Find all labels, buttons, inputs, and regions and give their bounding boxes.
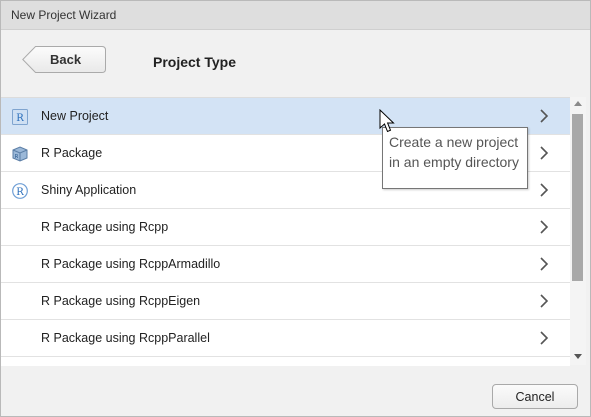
list-item-label: New Project <box>41 109 109 123</box>
list-item-rcppeigen[interactable]: R Package using RcppEigen <box>1 283 570 320</box>
svg-text:R: R <box>15 154 19 160</box>
tooltip: Create a new project in an empty directo… <box>382 127 528 189</box>
scroll-down-arrow-icon[interactable] <box>574 354 582 359</box>
svg-text:R: R <box>16 113 24 124</box>
list-item-rcpparmadillo[interactable]: R Package using RcppArmadillo <box>1 246 570 283</box>
back-button[interactable]: Back <box>22 46 106 73</box>
chevron-right-icon <box>540 146 549 160</box>
window-title: New Project Wizard <box>11 8 117 22</box>
list-item-label: R Package using RcppEigen <box>41 294 201 308</box>
chevron-right-icon <box>540 109 549 123</box>
list-scrollbar[interactable] <box>570 97 586 365</box>
scroll-up-arrow-icon[interactable] <box>574 101 582 106</box>
chevron-right-icon <box>540 294 549 308</box>
list-item-rcppparallel[interactable]: R Package using RcppParallel <box>1 320 570 357</box>
title-bar: New Project Wizard <box>1 1 590 30</box>
list-item-label: Shiny Application <box>41 183 137 197</box>
back-button-label: Back <box>50 52 82 67</box>
list-item-label: R Package using RcppParallel <box>41 331 210 345</box>
chevron-right-icon <box>540 257 549 271</box>
wizard-header: Back Project Type <box>1 30 590 96</box>
chevron-right-icon <box>540 183 549 197</box>
r-project-icon: R <box>12 109 28 125</box>
cancel-button[interactable]: Cancel <box>492 384 578 409</box>
mouse-cursor-icon <box>379 109 395 133</box>
chevron-right-icon <box>540 220 549 234</box>
list-item-label: R Package using RcppArmadillo <box>41 257 221 271</box>
scroll-thumb[interactable] <box>572 114 583 281</box>
r-package-icon: R <box>12 146 28 162</box>
list-item-rcpp[interactable]: R Package using Rcpp <box>1 209 570 246</box>
new-project-wizard-dialog: New Project Wizard Back Project Type R N… <box>0 0 591 417</box>
page-title: Project Type <box>153 54 236 70</box>
list-item-label: R Package <box>41 146 103 160</box>
shiny-icon: R <box>12 183 28 199</box>
list-item-label: R Package using Rcpp <box>41 220 169 234</box>
svg-text:R: R <box>16 187 24 198</box>
chevron-right-icon <box>540 331 549 345</box>
